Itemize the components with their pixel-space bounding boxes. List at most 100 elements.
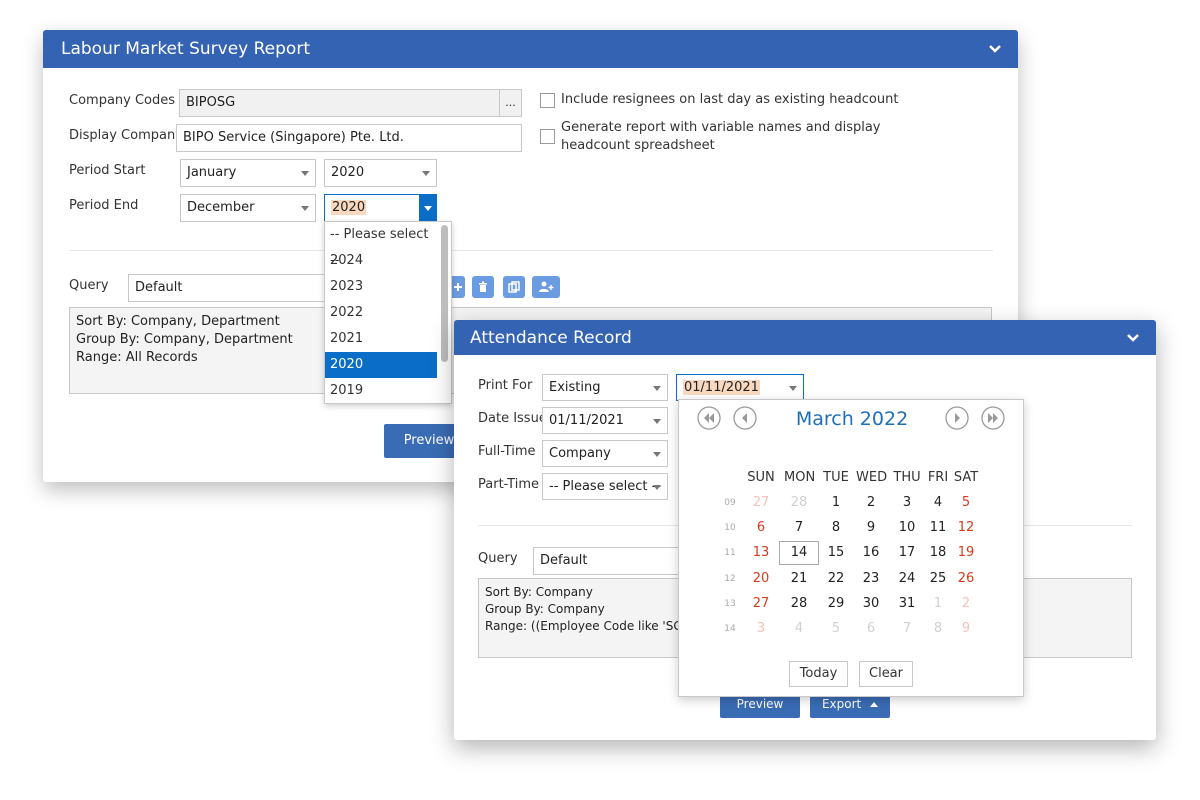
calendar-day[interactable]: 23 [856, 569, 886, 589]
calendar-day[interactable]: 4 [784, 619, 814, 639]
chevron-down-icon[interactable] [986, 30, 1004, 68]
calendar-day[interactable]: 11 [923, 518, 953, 538]
period-end-label: Period End [69, 198, 139, 213]
attendance-query-label: Query [478, 551, 518, 566]
dropdown-scrollbar[interactable] [441, 225, 448, 362]
calendar-day[interactable]: 5 [951, 493, 981, 513]
calendar-day[interactable]: 2 [951, 594, 981, 614]
year-option-2023[interactable]: 2023 [325, 274, 437, 300]
calendar-day[interactable]: 17 [892, 543, 922, 563]
period-end-month-select[interactable]: December [180, 194, 316, 222]
part-time-select[interactable]: -- Please select -- [542, 473, 668, 500]
week-number: 12 [724, 573, 736, 584]
date-picker-popup: March 2022 SUN MON TUE WED THU FRI SAT 09 27 28 1 2… [678, 399, 1024, 697]
calendar-day[interactable]: 30 [856, 594, 886, 614]
calendar-day[interactable]: 28 [784, 594, 814, 614]
dropdown-arrow-icon [789, 386, 797, 391]
calendar-day[interactable]: 28 [784, 493, 814, 513]
date-issue-label: Date Issue [478, 411, 547, 426]
calendar-day[interactable]: 25 [923, 569, 953, 589]
dropdown-arrow-icon [653, 452, 661, 457]
print-for-date-field[interactable]: 01/11/2021 [676, 374, 804, 401]
calendar-day[interactable]: 9 [856, 518, 886, 538]
attendance-query-select[interactable]: Default [533, 547, 683, 575]
year-option-2019[interactable]: 2019 [325, 378, 437, 403]
calendar-day[interactable]: 4 [923, 493, 953, 513]
company-codes-field[interactable]: BIPOSG ... [179, 89, 522, 117]
calendar-day[interactable]: 8 [821, 518, 851, 538]
dropdown-arrow-icon [422, 171, 430, 176]
calendar-day[interactable]: 26 [951, 569, 981, 589]
labour-panel-header[interactable]: Labour Market Survey Report [43, 30, 1018, 68]
calendar-day[interactable]: 19 [951, 543, 981, 563]
calendar-day[interactable]: 2 [856, 493, 886, 513]
period-start-year-select[interactable]: 2020 [324, 159, 437, 187]
include-resignees-label: Include resignees on last day as existin… [561, 92, 899, 107]
labour-panel-title: Labour Market Survey Report [61, 39, 310, 59]
calendar-day[interactable]: 6 [746, 518, 776, 538]
calendar-day[interactable]: 29 [821, 594, 851, 614]
year-option-please-select[interactable]: -- Please select -- [325, 222, 437, 268]
full-time-select[interactable]: Company [542, 440, 668, 467]
calendar-day[interactable]: 12 [951, 518, 981, 538]
calendar-day[interactable]: 9 [951, 619, 981, 639]
week-number: 11 [724, 548, 736, 559]
copy-query-button[interactable] [503, 276, 525, 298]
clear-button[interactable]: Clear [859, 661, 913, 687]
share-query-button[interactable] [532, 276, 560, 298]
calendar-day[interactable]: 8 [923, 619, 953, 639]
date-issue-field[interactable]: 01/11/2021 [542, 407, 668, 434]
print-for-value: Existing [549, 380, 601, 395]
year-option-2024[interactable]: 2024 [325, 248, 437, 274]
calendar-day[interactable]: 10 [892, 518, 922, 538]
calendar-day[interactable]: 27 [746, 493, 776, 513]
calendar-day[interactable]: 22 [821, 569, 851, 589]
calendar-day[interactable]: 15 [821, 543, 851, 563]
year-option-2021[interactable]: 2021 [325, 326, 437, 352]
calendar-day[interactable]: 7 [784, 518, 814, 538]
period-end-year-select[interactable]: 2020 [324, 194, 437, 222]
attendance-panel-header[interactable]: Attendance Record [454, 320, 1156, 355]
display-company-label: Display Company [69, 128, 183, 143]
display-company-field[interactable]: BIPO Service (Singapore) Pte. Ltd. [176, 124, 522, 152]
calendar-day[interactable]: 7 [892, 619, 922, 639]
weekday-header: WED [856, 470, 888, 485]
period-start-month-select[interactable]: January [180, 159, 316, 187]
calendar-day[interactable]: 3 [746, 619, 776, 639]
calendar-day[interactable]: 6 [856, 619, 886, 639]
dropdown-arrow-icon [653, 419, 661, 424]
add-query-button[interactable] [450, 276, 465, 298]
calendar-day[interactable]: 3 [892, 493, 922, 513]
period-end-year-dropdown-button[interactable] [419, 195, 436, 221]
calendar-day[interactable]: 16 [856, 543, 886, 563]
calendar-day[interactable]: 21 [784, 569, 814, 589]
calendar-day[interactable]: 18 [923, 543, 953, 563]
weekday-header: TUE [823, 470, 849, 485]
period-start-year-value: 2020 [331, 165, 365, 180]
generate-report-checkbox[interactable] [540, 129, 555, 144]
part-time-value: -- Please select -- [549, 479, 661, 494]
year-option-2020[interactable]: 2020 [325, 352, 437, 378]
calendar-day-today[interactable]: 14 [779, 541, 819, 566]
print-for-select[interactable]: Existing [542, 374, 668, 401]
full-time-value: Company [549, 446, 611, 461]
calendar-day[interactable]: 24 [892, 569, 922, 589]
calendar-day[interactable]: 1 [923, 594, 953, 614]
delete-query-button[interactable] [472, 276, 494, 298]
calendar-day[interactable]: 31 [892, 594, 922, 614]
year-option-2022[interactable]: 2022 [325, 300, 437, 326]
chevron-down-icon[interactable] [1124, 320, 1142, 355]
print-for-date-value: 01/11/2021 [683, 380, 760, 395]
include-resignees-checkbox[interactable] [540, 93, 555, 108]
calendar-day[interactable]: 20 [746, 569, 776, 589]
company-codes-value: BIPOSG [186, 95, 236, 110]
copy-icon [507, 280, 520, 293]
company-codes-browse-button[interactable]: ... [499, 90, 521, 116]
calendar-day[interactable]: 27 [746, 594, 776, 614]
weekday-header: SAT [953, 470, 979, 485]
today-button[interactable]: Today [789, 661, 848, 687]
calendar-day[interactable]: 5 [821, 619, 851, 639]
calendar-day[interactable]: 1 [821, 493, 851, 513]
calendar-day[interactable]: 13 [746, 543, 776, 563]
labour-query-select[interactable]: Default [128, 274, 328, 302]
